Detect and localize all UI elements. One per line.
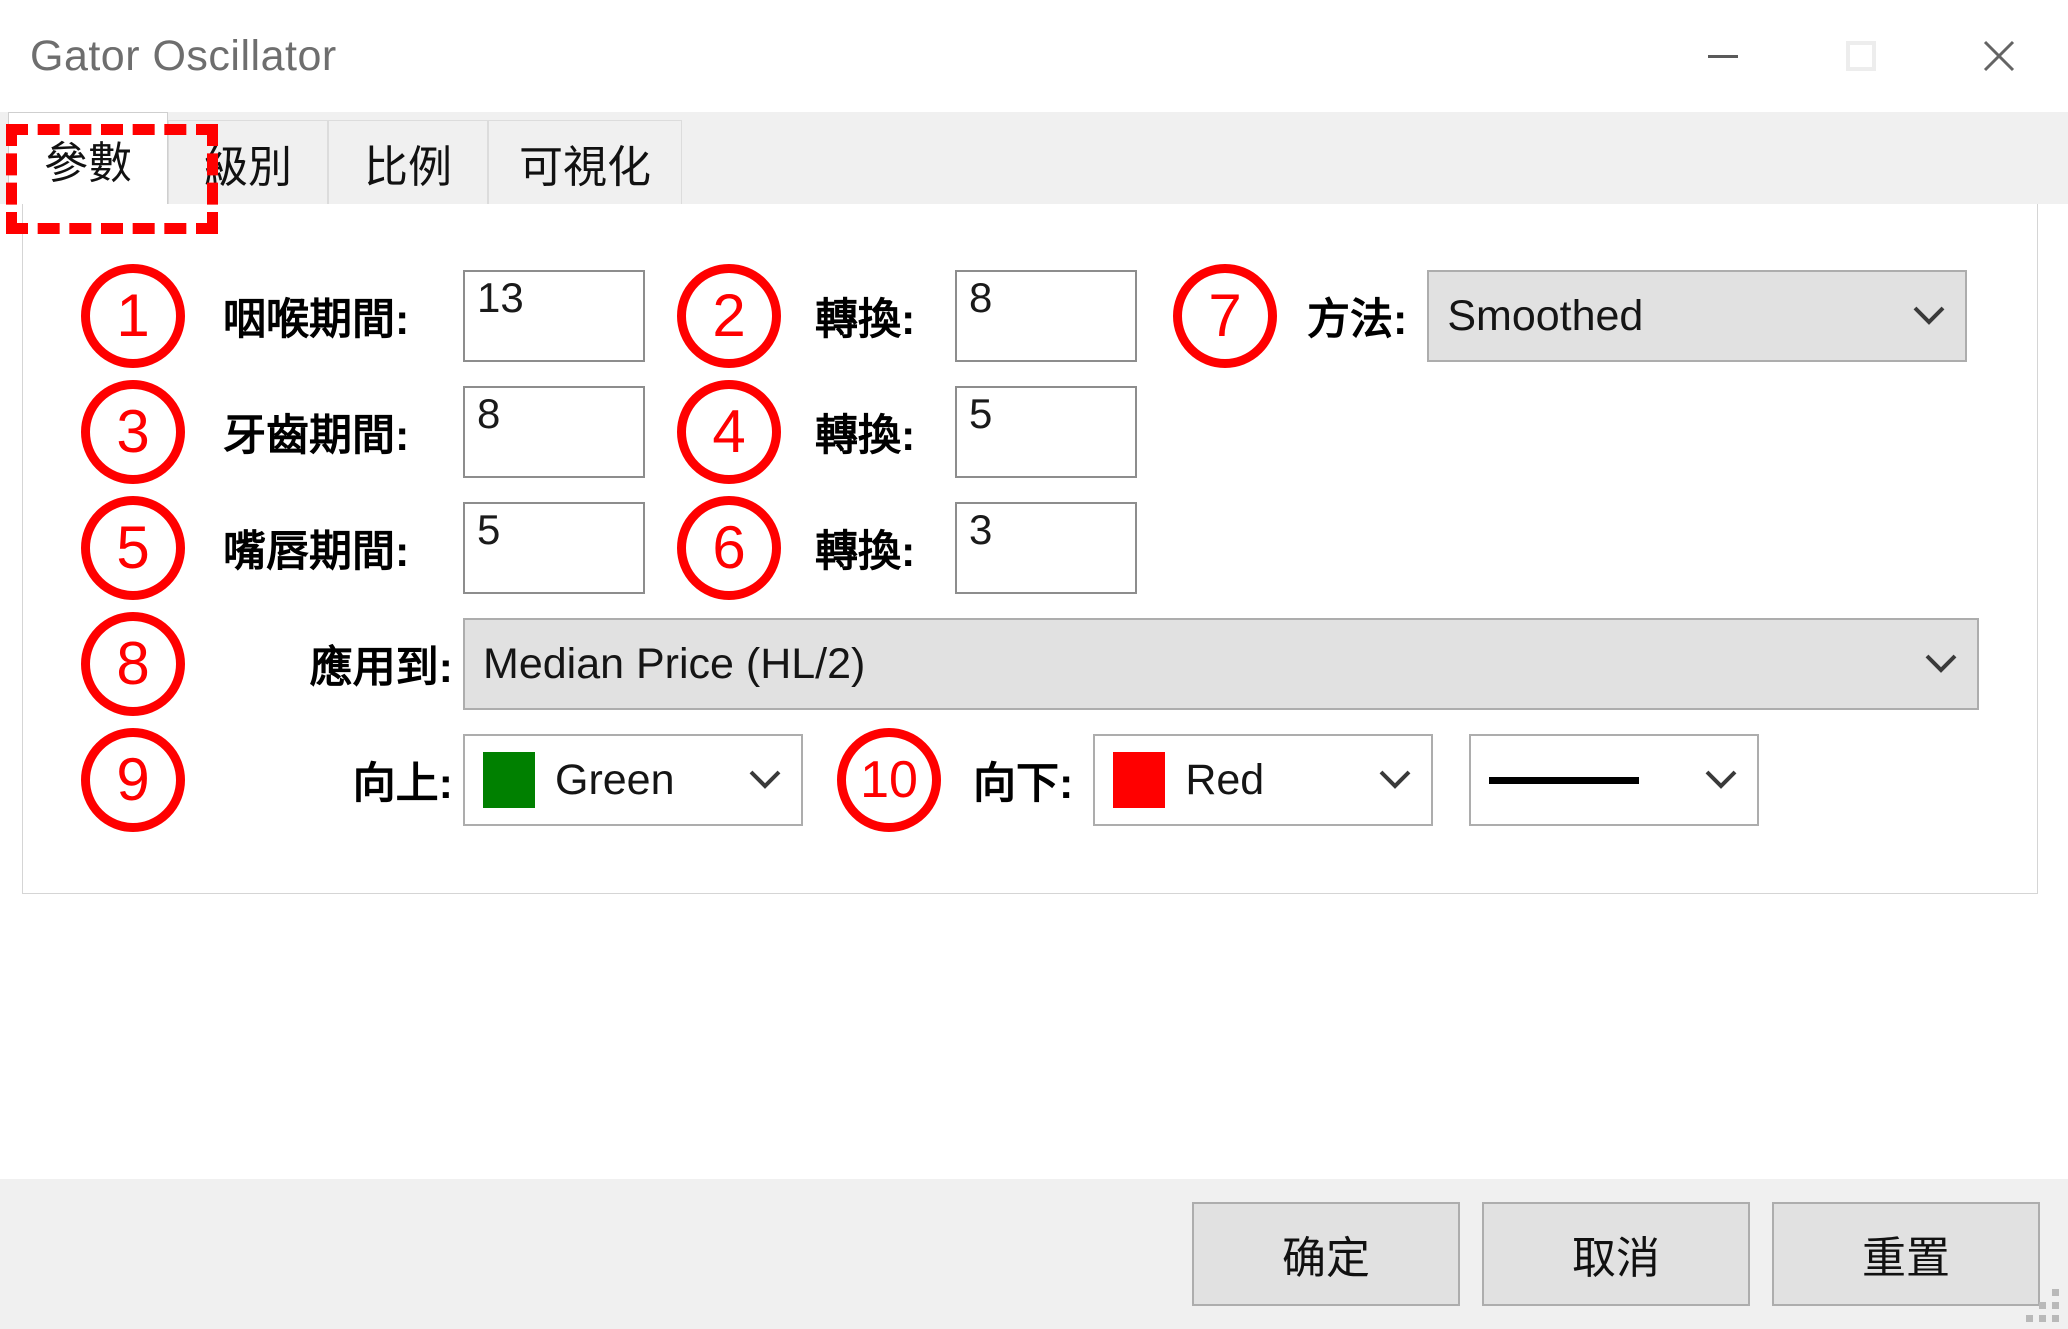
line-style-select[interactable]: [1469, 734, 1760, 826]
teeth-period-input[interactable]: 8: [463, 386, 645, 478]
colors-row: 9 向上: Green 10 向下: Red: [63, 722, 1997, 838]
maximize-icon: [1846, 41, 1876, 71]
method-select[interactable]: Smoothed: [1427, 270, 1968, 362]
ok-button[interactable]: 确定: [1192, 1202, 1460, 1306]
parameters-panel: 1 咽喉期間: 13 2 轉換: 8 7 方法: Smoothed 3 牙齒期間…: [22, 204, 2038, 894]
tab-visualization-label: 可視化: [519, 142, 651, 192]
tab-parameters[interactable]: 參數: [8, 112, 168, 204]
solid-line-icon: [1489, 776, 1640, 784]
gator-oscillator-dialog: Gator Oscillator 參數 級別 比例 可視化 1 咽喉期間: 13…: [0, 0, 2068, 1329]
apply-to-row: 8 應用到: Median Price (HL/2): [63, 606, 1997, 722]
teeth-period-label: 牙齒期間:: [223, 412, 410, 460]
jaw-shift-label: 轉換:: [815, 296, 916, 344]
annotation-badge-10: 10: [837, 728, 941, 832]
reset-button[interactable]: 重置: [1772, 1202, 2040, 1306]
annotation-badge-3: 3: [81, 380, 185, 484]
maximize-button[interactable]: [1792, 0, 1930, 112]
method-select-value: Smoothed: [1447, 291, 1644, 340]
apply-to-select[interactable]: Median Price (HL/2): [463, 618, 1979, 710]
apply-to-select-value: Median Price (HL/2): [483, 639, 866, 688]
jaw-period-input[interactable]: 13: [463, 270, 645, 362]
resize-grip[interactable]: [2026, 1289, 2060, 1323]
annotation-badge-2: 2: [677, 264, 781, 368]
window-title: Gator Oscillator: [30, 31, 337, 80]
method-label: 方法:: [1307, 296, 1408, 344]
annotation-badge-6: 6: [677, 496, 781, 600]
tab-visualization[interactable]: 可視化: [488, 120, 682, 204]
up-color-select[interactable]: Green: [463, 734, 803, 826]
lips-shift-label: 轉換:: [815, 528, 916, 576]
down-color-select[interactable]: Red: [1093, 734, 1434, 826]
tab-levels[interactable]: 級別: [168, 120, 328, 204]
chevron-down-icon: [1907, 292, 1951, 341]
tab-parameters-label: 參數: [44, 138, 132, 188]
lips-shift-input[interactable]: 3: [955, 502, 1137, 594]
up-color-swatch: [483, 752, 535, 808]
minimize-button[interactable]: [1654, 0, 1792, 112]
annotation-badge-7: 7: [1173, 264, 1277, 368]
window-controls: [1654, 0, 2068, 112]
up-color-label: 向上:: [352, 760, 453, 808]
tab-scale-label: 比例: [364, 142, 452, 192]
down-color-label: 向下:: [973, 760, 1074, 808]
jaw-period-label: 咽喉期間:: [223, 296, 410, 344]
annotation-badge-8: 8: [81, 612, 185, 716]
close-button[interactable]: [1930, 0, 2068, 112]
tab-strip: 參數 級別 比例 可視化: [0, 112, 2068, 234]
title-bar: Gator Oscillator: [0, 0, 2068, 112]
jaw-shift-input[interactable]: 8: [955, 270, 1137, 362]
cancel-button[interactable]: 取消: [1482, 1202, 1750, 1306]
lips-period-row: 5 嘴唇期間: 5 6 轉換: 3: [63, 490, 1997, 606]
up-color-value: Green: [555, 755, 675, 804]
close-icon: [1983, 40, 2015, 72]
tab-content-wrapper: 1 咽喉期間: 13 2 轉換: 8 7 方法: Smoothed 3 牙齒期間…: [0, 204, 2068, 1179]
chevron-down-icon: [743, 756, 787, 805]
dialog-footer: 确定 取消 重置: [0, 1179, 2068, 1329]
tab-levels-label: 級別: [204, 142, 292, 192]
jaw-period-row: 1 咽喉期間: 13 2 轉換: 8 7 方法: Smoothed: [63, 258, 1997, 374]
lips-period-label: 嘴唇期間:: [223, 528, 410, 576]
tab-scale[interactable]: 比例: [328, 120, 488, 204]
annotation-badge-9: 9: [81, 728, 185, 832]
annotation-badge-4: 4: [677, 380, 781, 484]
teeth-shift-input[interactable]: 5: [955, 386, 1137, 478]
down-color-swatch: [1113, 752, 1166, 808]
teeth-period-row: 3 牙齒期間: 8 4 轉換: 5: [63, 374, 1997, 490]
down-color-value: Red: [1185, 755, 1265, 804]
minimize-icon: [1708, 55, 1738, 58]
apply-to-label: 應用到:: [309, 644, 453, 692]
chevron-down-icon: [1919, 640, 1963, 689]
chevron-down-icon: [1699, 756, 1743, 805]
lips-period-input[interactable]: 5: [463, 502, 645, 594]
teeth-shift-label: 轉換:: [815, 412, 916, 460]
annotation-badge-5: 5: [81, 496, 185, 600]
chevron-down-icon: [1373, 756, 1417, 805]
annotation-badge-1: 1: [81, 264, 185, 368]
